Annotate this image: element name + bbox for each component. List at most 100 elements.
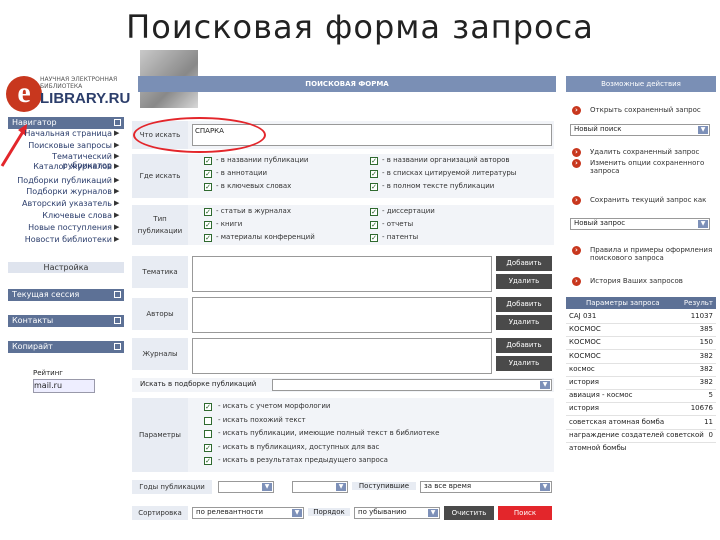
checkbox[interactable]: ✓: [204, 183, 212, 191]
checkbox[interactable]: ✓: [204, 403, 212, 411]
save-as-select[interactable]: Новый запрос ▼: [570, 218, 710, 230]
history-row[interactable]: история 10676: [566, 402, 716, 417]
order-value: по убыванию: [358, 508, 407, 516]
history-query: советская атомная бомба: [569, 417, 665, 426]
nav-item[interactable]: Авторский указатель: [8, 199, 112, 208]
dropdown-icon[interactable]: ▼: [540, 381, 550, 389]
checkbox[interactable]: ✓: [204, 234, 212, 242]
year-from-select[interactable]: ▼: [218, 481, 274, 493]
checkbox[interactable]: [204, 430, 212, 438]
nav-item[interactable]: Каталог журналов: [8, 162, 112, 171]
author-label: Авторы: [132, 298, 188, 330]
action-link[interactable]: Сохранить текущий запрос как: [590, 196, 716, 204]
option-label: - в названии публикации: [216, 156, 309, 164]
type-row: [132, 205, 554, 245]
elibrary-logo-icon[interactable]: e: [6, 76, 42, 112]
contacts-header[interactable]: Контакты: [8, 315, 124, 327]
logo-name: LIBRARY.RU: [40, 90, 131, 107]
checkbox[interactable]: ✓: [204, 457, 212, 465]
nav-item[interactable]: Новые поступления: [8, 223, 112, 232]
journals-remove-button[interactable]: Удалить: [496, 356, 552, 371]
topic-input[interactable]: [192, 256, 492, 292]
dropdown-icon[interactable]: ▼: [540, 483, 550, 491]
checkbox[interactable]: ✓: [204, 443, 212, 452]
history-row[interactable]: советская атомная бомба 11: [566, 416, 716, 430]
option-label: - отчеты: [382, 220, 414, 228]
nav-item[interactable]: Начальная страница: [8, 129, 112, 138]
action-link[interactable]: Изменить опции сохраненного запроса: [590, 159, 716, 175]
history-row[interactable]: награждение создателей советской атомной…: [566, 429, 716, 452]
dropdown-icon[interactable]: ▼: [698, 220, 708, 228]
checkbox[interactable]: ✓: [370, 183, 378, 191]
checkbox[interactable]: ✓: [204, 221, 212, 229]
history-row[interactable]: КОСМОС 382: [566, 350, 716, 364]
history-query: награждение создателей советской атомной…: [569, 430, 704, 452]
subset-select[interactable]: ▼: [272, 379, 552, 391]
order-select[interactable]: по убыванию ▼: [354, 507, 440, 519]
author-input[interactable]: [192, 297, 492, 333]
history-row[interactable]: CAJ 031 11037: [566, 310, 716, 324]
journals-add-button[interactable]: Добавить: [496, 338, 552, 353]
search-button[interactable]: Поиск: [498, 506, 552, 520]
option-label: - искать с учетом морфологии: [218, 402, 331, 410]
dropdown-icon[interactable]: ▼: [428, 509, 438, 517]
history-row[interactable]: история 382: [566, 376, 716, 390]
nav-item[interactable]: Ключевые слова: [8, 211, 112, 220]
checkbox[interactable]: ✓: [204, 208, 212, 216]
history-count: 382: [699, 351, 713, 360]
received-select[interactable]: за все время ▼: [420, 481, 552, 493]
year-to-select[interactable]: ▼: [292, 481, 348, 493]
arrow-right-icon: ▶: [114, 211, 120, 219]
collapse-icon[interactable]: [114, 119, 121, 126]
checkbox[interactable]: ✓: [370, 221, 378, 229]
checkbox[interactable]: ✓: [370, 157, 378, 165]
checkbox[interactable]: ✓: [370, 208, 378, 216]
option-label: - в полном тексте публикации: [382, 182, 495, 190]
dropdown-icon[interactable]: ▼: [336, 483, 346, 491]
author-remove-button[interactable]: Удалить: [496, 315, 552, 330]
action-link[interactable]: Удалить сохраненный запрос: [590, 148, 716, 156]
action-bullet-icon: ›: [572, 277, 581, 286]
option-label: - искать в результатах предыдущего запро…: [218, 456, 388, 464]
checkbox[interactable]: [204, 416, 212, 425]
history-row[interactable]: КОСМОС 150: [566, 336, 716, 351]
mailru-counter[interactable]: mail.ru: [33, 379, 95, 393]
history-count: 11: [704, 417, 713, 426]
history-row[interactable]: авиация - космос 5: [566, 389, 716, 404]
action-link[interactable]: Открыть сохраненный запрос: [590, 106, 716, 114]
dropdown-icon[interactable]: ▼: [292, 509, 302, 517]
copyright-header[interactable]: Копирайт: [8, 341, 124, 353]
action-bullet-icon: ›: [572, 148, 581, 157]
saved-query-select[interactable]: Новый поиск ▼: [570, 124, 710, 136]
checkbox[interactable]: ✓: [204, 157, 212, 165]
option-label: - в ключевых словах: [216, 182, 292, 190]
dropdown-icon[interactable]: ▼: [262, 483, 272, 491]
sort-select[interactable]: по релевантности ▼: [192, 507, 304, 519]
copyright-label: Копирайт: [12, 342, 53, 351]
contacts-label: Контакты: [12, 316, 54, 325]
author-add-button[interactable]: Добавить: [496, 297, 552, 312]
nav-item[interactable]: Новости библиотеки: [8, 235, 112, 244]
setup-link[interactable]: Настройка: [8, 262, 124, 273]
journals-input[interactable]: [192, 338, 492, 374]
checkbox[interactable]: ✓: [370, 170, 378, 178]
collapse-icon[interactable]: [114, 343, 121, 350]
checkbox[interactable]: ✓: [204, 170, 212, 178]
nav-item[interactable]: Подборки публикаций: [8, 176, 112, 185]
dropdown-icon[interactable]: ▼: [698, 126, 708, 134]
nav-item[interactable]: Подборки журналов: [8, 187, 112, 196]
topic-add-button[interactable]: Добавить: [496, 256, 552, 271]
action-link[interactable]: История Ваших запросов: [590, 277, 716, 285]
checkbox[interactable]: ✓: [370, 234, 378, 242]
history-count: 5: [708, 391, 713, 400]
action-link[interactable]: Правила и примеры оформления поискового …: [590, 246, 716, 262]
collapse-icon[interactable]: [114, 317, 121, 324]
option-label: - статьи в журналах: [216, 207, 291, 215]
clear-button[interactable]: Очистить: [444, 506, 494, 520]
nav-item[interactable]: Поисковые запросы: [8, 141, 112, 150]
history-row[interactable]: космос 382: [566, 363, 716, 377]
collapse-icon[interactable]: [114, 291, 121, 298]
topic-remove-button[interactable]: Удалить: [496, 274, 552, 289]
history-row[interactable]: КОСМОС 385: [566, 323, 716, 338]
session-header[interactable]: Текущая сессия: [8, 289, 124, 301]
